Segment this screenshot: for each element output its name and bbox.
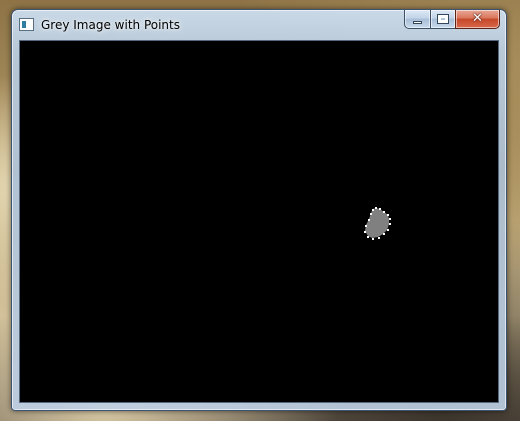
image-canvas[interactable]: [19, 40, 499, 403]
grey-blob: [365, 208, 389, 238]
minimize-icon: [413, 21, 422, 24]
contour-point: [387, 229, 389, 231]
contour-point: [370, 213, 372, 215]
contour-point: [383, 211, 385, 213]
contour-point: [378, 237, 380, 239]
contour-point: [367, 236, 369, 238]
app-window-icon[interactable]: [19, 18, 34, 31]
title-bar[interactable]: Grey Image with Points ✕: [12, 10, 506, 40]
contour-point: [387, 214, 389, 216]
contour-point: [383, 233, 385, 235]
contour-point: [372, 238, 374, 240]
contour-point: [375, 207, 377, 209]
maximize-button[interactable]: [430, 10, 455, 29]
canvas-drawing: [364, 207, 391, 240]
contour-point: [389, 223, 391, 225]
contour-point: [368, 219, 370, 221]
contour-point: [364, 231, 366, 233]
contour-point: [379, 208, 381, 210]
minimize-button[interactable]: [404, 10, 430, 29]
maximize-icon: [437, 14, 449, 24]
caption-buttons: ✕: [404, 10, 500, 30]
close-icon: ✕: [472, 11, 483, 26]
app-window[interactable]: Grey Image with Points ✕: [11, 9, 507, 411]
close-button[interactable]: ✕: [455, 10, 500, 29]
contour-point: [389, 218, 391, 220]
contour-point: [372, 209, 374, 211]
contour-point: [365, 225, 367, 227]
window-title: Grey Image with Points: [41, 18, 180, 32]
